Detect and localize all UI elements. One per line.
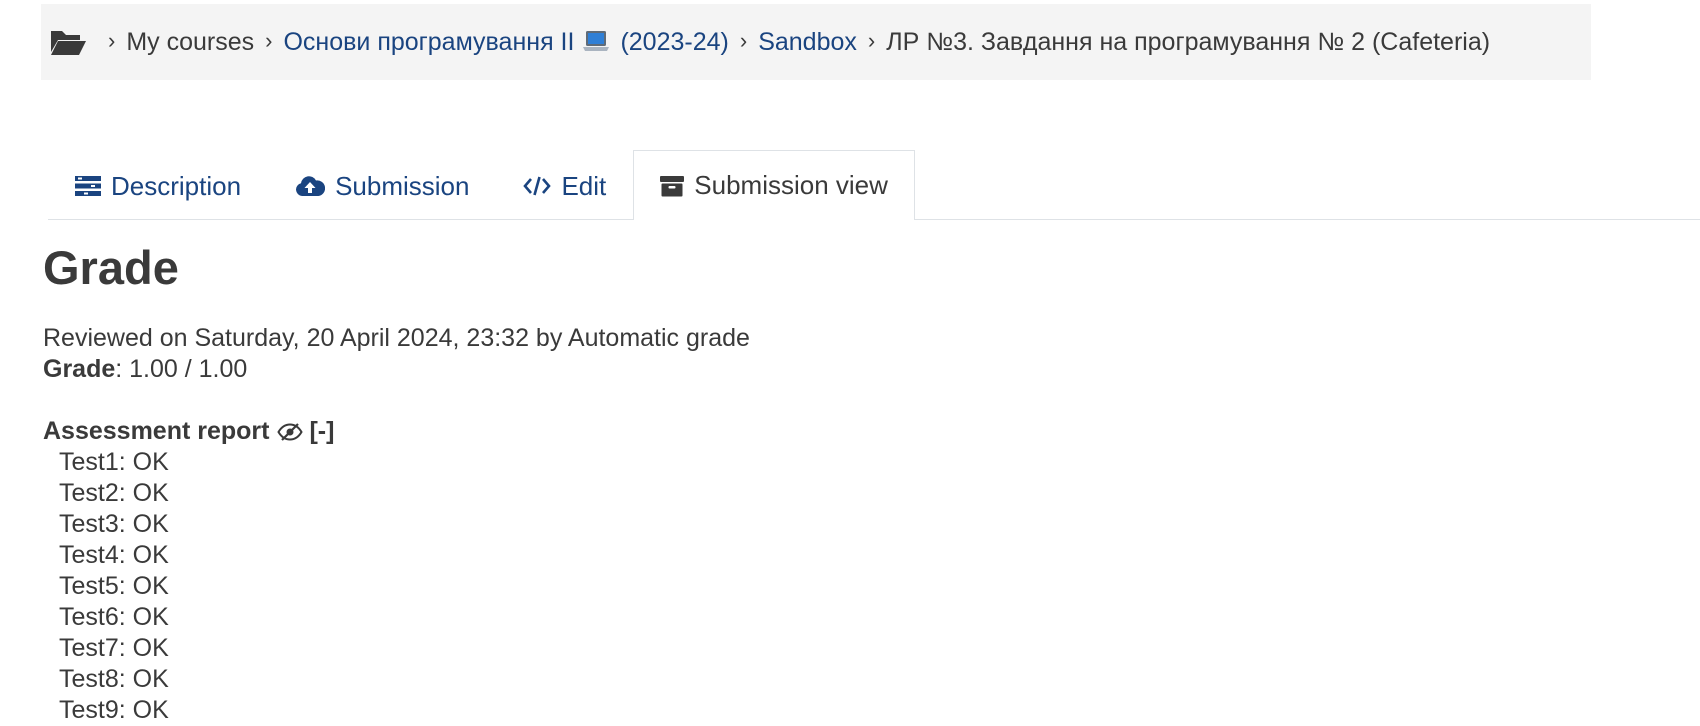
assessment-report-header: Assessment report [-] bbox=[43, 416, 750, 447]
list-icon bbox=[75, 175, 101, 197]
test-result: Test9: OK bbox=[59, 696, 169, 724]
test-result: Test7: OK bbox=[59, 634, 169, 662]
test-result: Test3: OK bbox=[59, 510, 169, 538]
breadcrumb-my-courses[interactable]: My courses bbox=[126, 28, 254, 57]
grade-content: Reviewed on Saturday, 20 April 2024, 23:… bbox=[43, 323, 750, 726]
code-icon bbox=[523, 175, 552, 197]
tab-submission-view[interactable]: Submission view bbox=[633, 150, 915, 220]
breadcrumb-separator: › bbox=[265, 28, 273, 53]
tab-description[interactable]: Description bbox=[48, 151, 268, 220]
folder-open-icon bbox=[49, 27, 87, 57]
tab-edit-label: Edit bbox=[561, 170, 607, 201]
archive-icon bbox=[660, 175, 685, 197]
test-result: Test5: OK bbox=[59, 572, 169, 600]
breadcrumb-separator: › bbox=[867, 28, 876, 53]
assessment-report-title: Assessment report bbox=[43, 417, 270, 445]
breadcrumb-course-link[interactable]: Основи програмування II (2023-24) bbox=[283, 28, 728, 57]
grade-label: Grade bbox=[43, 355, 116, 383]
tab-bar: Description Submission Edit Submission v… bbox=[48, 150, 1700, 220]
test-result: Test2: OK bbox=[59, 479, 169, 507]
breadcrumb: › My courses › Основи програмування II (… bbox=[41, 4, 1591, 80]
tab-submission-label: Submission bbox=[335, 170, 470, 201]
test-result: Test6: OK bbox=[59, 603, 169, 631]
grade-value: : 1.00 / 1.00 bbox=[115, 355, 248, 383]
tab-edit[interactable]: Edit bbox=[496, 151, 633, 220]
breadcrumb-sandbox[interactable]: Sandbox bbox=[758, 28, 857, 57]
laptop-icon bbox=[582, 30, 610, 52]
test-result: Test1: OK bbox=[59, 448, 169, 476]
eye-slash-icon[interactable] bbox=[277, 422, 304, 442]
page-title: Grade bbox=[43, 241, 179, 294]
tab-submission-view-label: Submission view bbox=[694, 170, 888, 200]
breadcrumb-separator: › bbox=[739, 28, 748, 53]
tab-description-label: Description bbox=[111, 170, 242, 201]
cloud-upload-icon bbox=[295, 175, 326, 197]
breadcrumb-separator: › bbox=[108, 28, 116, 53]
test-result: Test8: OK bbox=[59, 665, 169, 693]
tab-submission[interactable]: Submission bbox=[268, 151, 496, 220]
breadcrumb-course-year: (2023-24) bbox=[620, 27, 729, 56]
reviewed-info: Reviewed on Saturday, 20 April 2024, 23:… bbox=[43, 324, 750, 352]
grade-line: Grade: 1.00 / 1.00 bbox=[43, 354, 750, 385]
test-results-list: Test1: OK Test2: OK Test3: OK Test4: OK … bbox=[43, 447, 750, 726]
breadcrumb-course-label: Основи програмування II bbox=[283, 27, 575, 56]
breadcrumb-current-page: ЛР №3. Завдання на програмування № 2 (Ca… bbox=[886, 27, 1491, 56]
report-toggle[interactable]: [-] bbox=[309, 416, 334, 447]
test-result: Test4: OK bbox=[59, 541, 169, 569]
